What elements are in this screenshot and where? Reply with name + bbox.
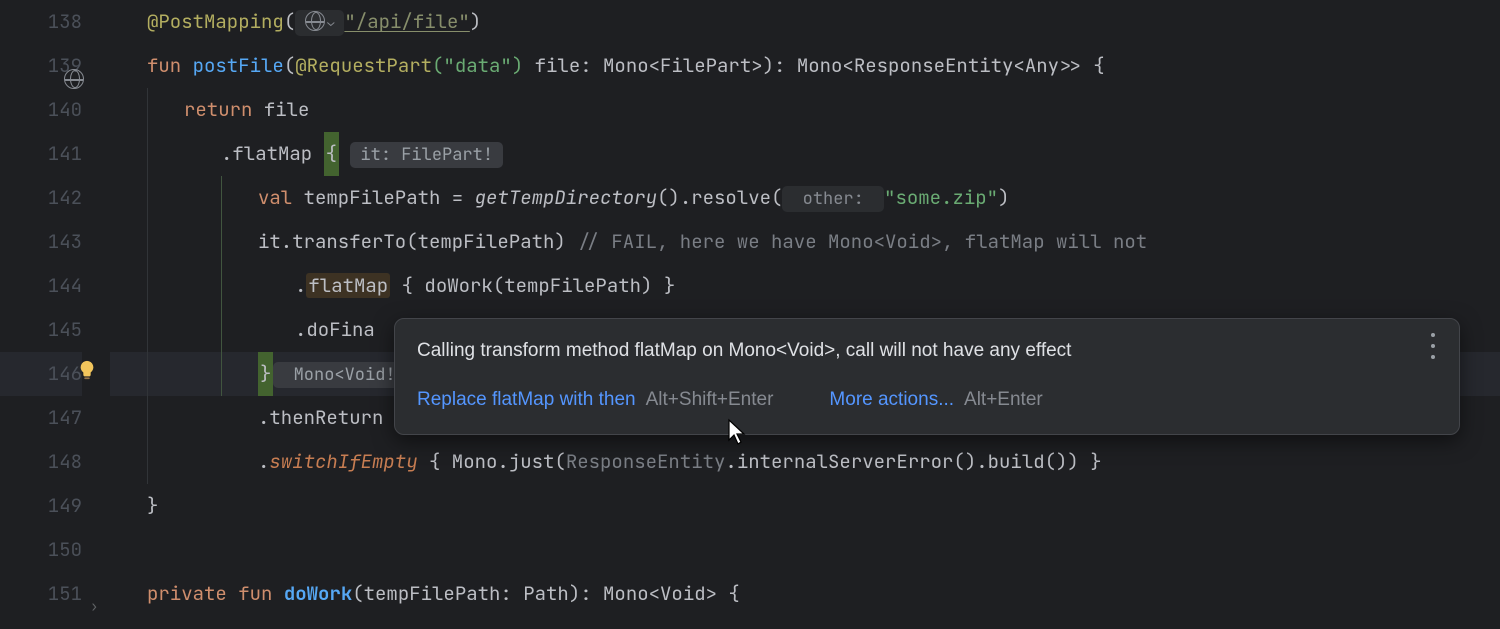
- line-number: 143: [0, 220, 82, 264]
- lightbulb-icon: [76, 359, 98, 381]
- code-line: .switchIfEmpty { Mono.just(ResponseEntit…: [110, 440, 1500, 484]
- code-line: val tempFilePath = getTempDirectory().re…: [110, 176, 1500, 220]
- line-number: 147: [0, 396, 82, 440]
- line-number: 142: [0, 176, 82, 220]
- line-number: 141: [0, 132, 82, 176]
- line-number: 151: [0, 572, 82, 616]
- code-line: [110, 528, 1500, 572]
- line-number: 146: [0, 352, 82, 396]
- code-line: return file: [110, 88, 1500, 132]
- kebab-icon: [1431, 333, 1435, 337]
- code-editor[interactable]: 138 139 140 141 142 143 144 145 146 147 …: [0, 0, 1500, 600]
- code-line: fun postFile(@RequestPart("data") file: …: [110, 44, 1500, 88]
- globe-icon: [64, 69, 84, 89]
- code-line: @PostMapping(⌄"/api/file"): [110, 0, 1500, 44]
- fold-chevron-icon[interactable]: ›: [90, 585, 98, 629]
- shortcut-hint: Alt+Shift+Enter: [646, 386, 774, 415]
- chevron-down-icon: ⌄: [327, 14, 334, 30]
- inlay-hint: it: FilePart!: [350, 142, 503, 168]
- shortcut-hint: Alt+Enter: [964, 386, 1043, 415]
- code-area[interactable]: @PostMapping(⌄"/api/file") fun postFile(…: [110, 0, 1500, 600]
- inlay-hint: other:: [782, 186, 884, 212]
- line-number: 145: [0, 308, 82, 352]
- code-line: .flatMap { doWork(tempFilePath) }: [110, 264, 1500, 308]
- line-number: 150: [0, 528, 82, 572]
- tooltip-message: Calling transform method flatMap on Mono…: [417, 337, 1437, 366]
- code-line: }: [110, 484, 1500, 528]
- quick-fix-link[interactable]: Replace flatMap with then: [417, 386, 636, 415]
- inspection-tooltip: Calling transform method flatMap on Mono…: [394, 318, 1460, 435]
- gutter: 138 139 140 141 142 143 144 145 146 147 …: [0, 0, 110, 600]
- code-line: .flatMap { it: FilePart!: [110, 132, 1500, 176]
- line-number: 144: [0, 264, 82, 308]
- more-options-button[interactable]: [1423, 333, 1443, 359]
- endpoint-gutter-icon[interactable]: [64, 58, 84, 102]
- line-number: 149: [0, 484, 82, 528]
- globe-icon: [305, 11, 325, 31]
- code-line: private fun doWork(tempFilePath: Path): …: [110, 572, 1500, 616]
- intention-bulb-icon[interactable]: [76, 353, 98, 375]
- line-number: 138: [0, 0, 82, 44]
- code-line: it.transferTo(tempFilePath) // FAIL, her…: [110, 220, 1500, 264]
- line-number: 148: [0, 440, 82, 484]
- more-actions-link[interactable]: More actions...: [829, 386, 954, 415]
